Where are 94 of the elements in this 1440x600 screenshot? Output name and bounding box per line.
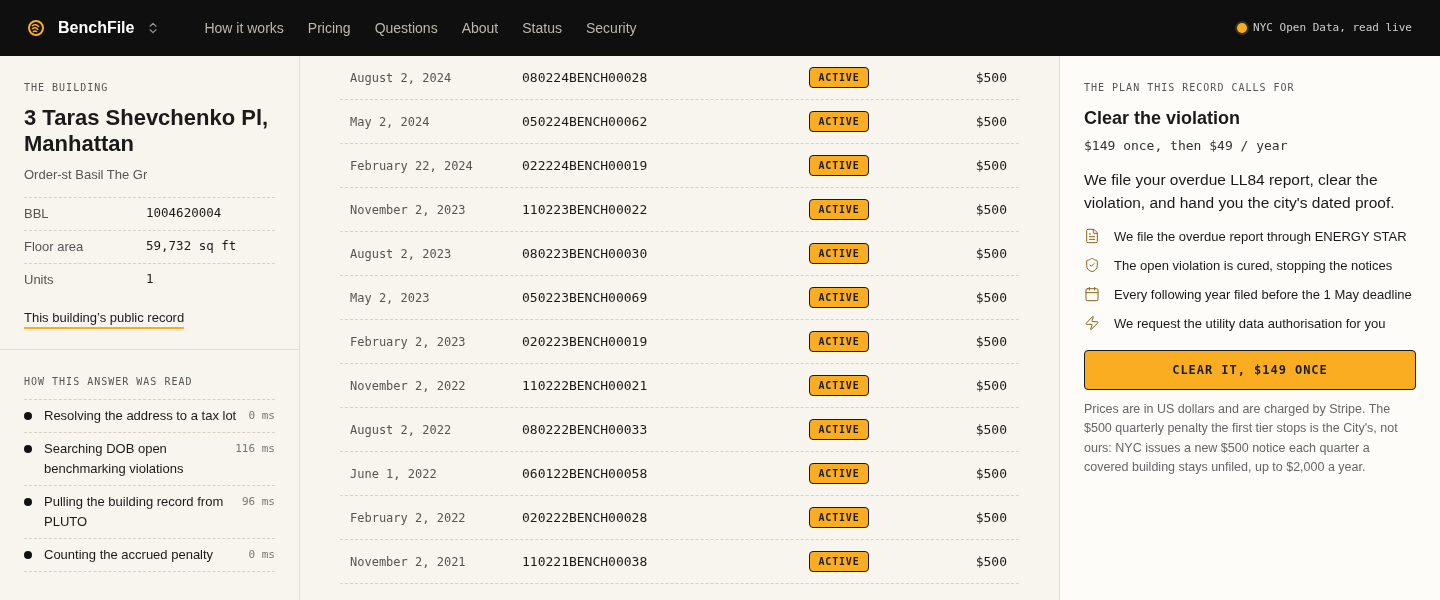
status-badge: ACTIVE <box>809 287 869 308</box>
nav-link[interactable]: Security <box>585 17 637 39</box>
violation-id: 020223BENCH00019 <box>522 332 649 351</box>
nav-link[interactable]: Status <box>522 17 562 39</box>
penalty-amount: $500 <box>974 288 1008 307</box>
calendar-icon <box>1084 285 1100 302</box>
building-address: 3 Taras Shevchenko Pl, Manhattan <box>24 105 270 157</box>
bullet-icon <box>24 412 32 420</box>
status-badge: ACTIVE <box>809 199 869 220</box>
violation-date: August 2, 2024 <box>349 69 453 87</box>
status-badge: ACTIVE <box>809 551 869 572</box>
nav-link[interactable]: About <box>461 17 499 39</box>
fact-value: 1 <box>146 270 154 289</box>
step-text: Counting the accrued penalty <box>44 546 215 564</box>
bullet-icon <box>24 551 32 559</box>
plan-summary: We file your overdue LL84 report, clear the violation, and hand you the city's dated proof. <box>1084 169 1396 213</box>
fact-value: 1004620004 <box>146 204 222 223</box>
violation-date: February 2, 2023 <box>349 333 467 351</box>
violation-id: 050223BENCH00069 <box>522 288 649 307</box>
violation-id: 060122BENCH00058 <box>522 464 649 483</box>
plan-title: Clear the violation <box>1084 107 1242 130</box>
violation-id: 022224BENCH00019 <box>522 156 649 175</box>
violation-date: May 2, 2024 <box>349 113 431 131</box>
section-eyebrow: THE BUILDING <box>24 81 110 95</box>
feature-text: The open violation is cured, stopping the notices <box>1114 256 1393 275</box>
penalty-amount: $500 <box>974 112 1008 131</box>
shield-check-icon <box>1084 256 1100 273</box>
status-badge: ACTIVE <box>809 419 869 440</box>
feature-text: We file the overdue report through ENERGY STAR <box>1114 227 1407 246</box>
step-time: 96 ms <box>241 494 275 510</box>
status-badge: ACTIVE <box>809 155 869 176</box>
penalty-amount: $500 <box>974 332 1008 351</box>
violation-id: 110221BENCH00038 <box>522 552 649 571</box>
violation-id: 110223BENCH00022 <box>522 200 649 219</box>
public-record-link[interactable]: This building’s public record <box>24 307 185 329</box>
status-badge: ACTIVE <box>809 67 869 88</box>
violation-date: May 2, 2023 <box>349 289 431 307</box>
violation-date: February 2, 2022 <box>349 509 467 527</box>
violation-date: November 2, 2023 <box>349 201 467 219</box>
section-eyebrow: HOW THIS ANSWER WAS READ <box>24 374 275 400</box>
nav-link[interactable]: Pricing <box>307 17 351 39</box>
violation-date: November 2, 2021 <box>349 553 467 571</box>
violation-id: 110222BENCH00021 <box>522 376 649 395</box>
penalty-amount: $500 <box>974 68 1008 87</box>
live-status-label: NYC Open Data, read live <box>1253 19 1412 36</box>
penalty-amount: $500 <box>974 552 1008 571</box>
step-text: Pulling the building record from PLUTO <box>44 493 225 531</box>
step-time: 0 ms <box>248 408 275 424</box>
violation-id: 080222BENCH00033 <box>522 420 649 439</box>
violation-id: 020222BENCH00028 <box>522 508 649 527</box>
fact-label: Units <box>24 270 55 289</box>
feature-text: We request the utility data authorisation for you <box>1114 314 1386 333</box>
status-badge: ACTIVE <box>809 507 869 528</box>
step-time: 0 ms <box>248 547 275 563</box>
violation-date: February 22, 2024 <box>349 157 474 175</box>
status-badge: ACTIVE <box>809 111 869 132</box>
penalty-amount: $500 <box>974 156 1008 175</box>
bullet-icon <box>24 445 32 453</box>
penalty-amount: $500 <box>974 508 1008 527</box>
clear-it-button[interactable]: CLEAR IT, $149 ONCE <box>1084 349 1416 390</box>
fact-label: BBL <box>24 204 50 223</box>
plan-price: $149 once, then $49 / year <box>1084 137 1289 155</box>
penalty-amount: $500 <box>974 244 1008 263</box>
violation-id: 080224BENCH00028 <box>522 68 649 87</box>
step-text: Searching DOB open benchmarking violations <box>44 440 185 478</box>
feature-text: Every following year filed before the 1 May deadline <box>1114 285 1412 304</box>
fact-value: 59,732 sq ft <box>146 237 237 256</box>
violation-date: November 2, 2022 <box>349 377 467 395</box>
nav-link[interactable]: How it works <box>204 17 284 39</box>
violation-date: August 2, 2022 <box>349 421 453 439</box>
status-badge: ACTIVE <box>809 463 869 484</box>
violation-id: 050224BENCH00062 <box>522 112 649 131</box>
lightning-icon <box>1084 314 1100 331</box>
violation-date: August 2, 2023 <box>349 245 453 263</box>
section-eyebrow: THE PLAN THIS RECORD CALLS FOR <box>1084 81 1296 95</box>
status-badge: ACTIVE <box>809 243 869 264</box>
logo-icon <box>28 20 44 36</box>
violation-date: June 1, 2022 <box>349 465 438 483</box>
penalty-amount: $500 <box>974 376 1008 395</box>
violation-id: 080223BENCH00030 <box>522 244 649 263</box>
status-badge: ACTIVE <box>809 375 869 396</box>
document-icon <box>1084 227 1100 244</box>
nav-link[interactable]: Questions <box>374 17 438 39</box>
fact-label: Floor area <box>24 237 85 256</box>
step-text: Resolving the address to a tax lot <box>44 407 237 425</box>
brand-name[interactable]: BenchFile <box>58 16 135 40</box>
pricing-note: Prices are in US dollars and are charged by Stripe. The $500 quarterly penalty the first tier stops is the City's, not ours: NYC issues a new $500 notice each quarter a covered building stays unfiled, up to $2,000 a year. <box>1084 400 1399 476</box>
penalty-amount: $500 <box>974 420 1008 439</box>
penalty-amount: $500 <box>974 200 1008 219</box>
status-badge: ACTIVE <box>809 331 869 352</box>
building-owner: Order-st Basil The Gr <box>24 166 149 184</box>
step-time: 116 ms <box>235 441 275 457</box>
bullet-icon <box>24 498 32 506</box>
penalty-amount: $500 <box>974 464 1008 483</box>
